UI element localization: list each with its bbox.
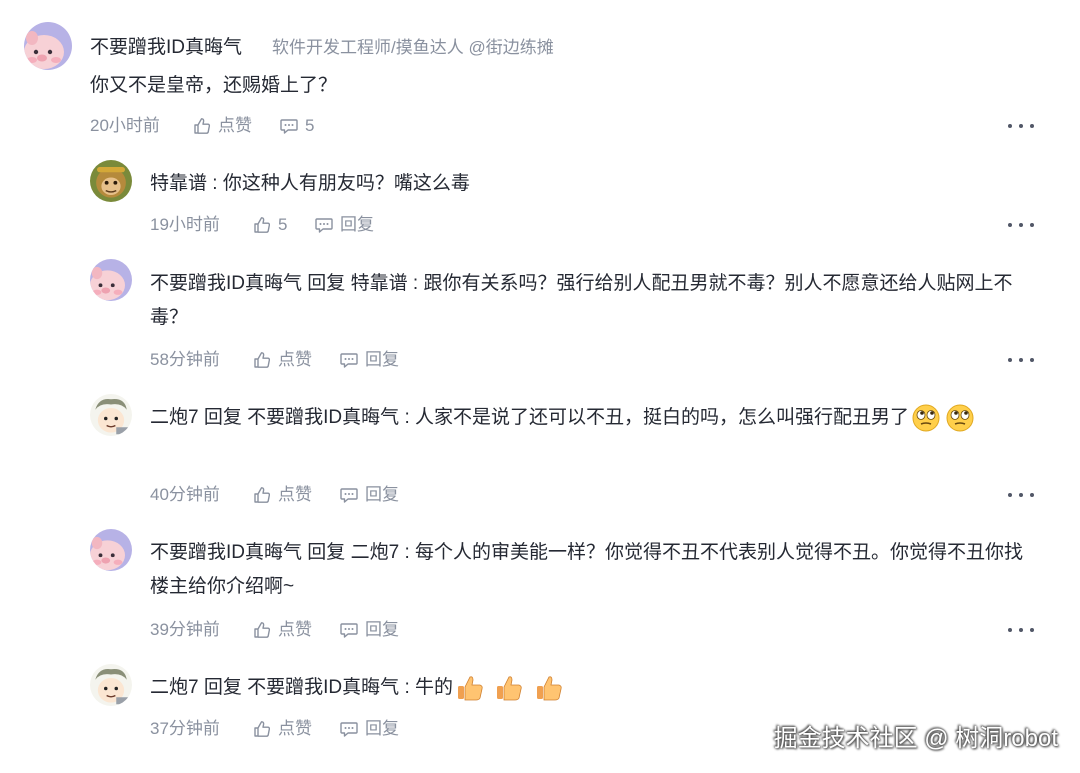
- reply-button[interactable]: 回复: [339, 348, 399, 372]
- reply-word: 回复: [307, 273, 346, 294]
- thumbs-up-icon: [252, 485, 272, 505]
- cartoon-avatar[interactable]: [90, 664, 132, 706]
- reply-word: 回复: [203, 407, 242, 428]
- more-options-button[interactable]: [1008, 483, 1034, 507]
- reply-to-user[interactable]: 不要蹭我ID真晦气: [247, 407, 399, 428]
- reply-label: 回复: [365, 485, 399, 504]
- like-label: 点赞: [278, 350, 312, 369]
- reply-button[interactable]: 回复: [339, 717, 399, 741]
- reply-author[interactable]: 二炮7: [150, 677, 199, 698]
- reply-label: 回复: [365, 350, 399, 369]
- reply-to-user[interactable]: 不要蹭我ID真晦气: [247, 677, 399, 698]
- comment-icon: [339, 719, 359, 739]
- reply-separator: :: [399, 677, 416, 698]
- thumbs-up-icon: [252, 719, 272, 739]
- reply-count: 5: [305, 116, 315, 135]
- reply-count-button[interactable]: 5: [279, 114, 314, 138]
- comment-icon: [339, 350, 359, 370]
- reply-word: 回复: [307, 542, 346, 563]
- reply-author[interactable]: 特靠谱: [150, 173, 207, 194]
- reply-label: 回复: [365, 719, 399, 738]
- reply-separator: :: [399, 542, 416, 563]
- thumbs-up-icon: [192, 116, 212, 136]
- like-label: 点赞: [278, 620, 312, 639]
- like-button[interactable]: 5: [252, 213, 287, 237]
- like-button[interactable]: 点赞: [252, 717, 312, 741]
- pig-avatar[interactable]: [90, 259, 132, 301]
- like-label: 点赞: [218, 116, 252, 135]
- reply-text: 人家不是说了还可以不丑，挺白的吗，怎么叫强行配丑男了: [415, 407, 910, 428]
- comment-icon: [339, 620, 359, 640]
- comment-icon: [314, 215, 334, 235]
- like-button[interactable]: 点赞: [252, 483, 312, 507]
- like-button[interactable]: 点赞: [192, 114, 252, 138]
- reply-to-user[interactable]: 特靠谱: [351, 273, 408, 294]
- reply-time: 19小时前: [150, 215, 220, 234]
- reply-button[interactable]: 回复: [314, 213, 374, 237]
- reply-separator: :: [399, 407, 416, 428]
- reply-separator: :: [407, 273, 424, 294]
- thumbs-up-emoji: [534, 673, 564, 703]
- pig-avatar[interactable]: [24, 22, 72, 70]
- more-options-button[interactable]: [1008, 114, 1034, 138]
- watermark: 掘金技术社区 @ 树洞robot: [773, 725, 1058, 752]
- reply-time: 40分钟前: [150, 485, 220, 504]
- reply-author[interactable]: 二炮7: [150, 407, 199, 428]
- reply-button[interactable]: 回复: [339, 618, 399, 642]
- thumbs-up-icon: [252, 620, 272, 640]
- reply-label: 回复: [365, 620, 399, 639]
- reply-content: 二炮7 回复 不要蹭我ID真晦气 : 人家不是说了还可以不丑，挺白的吗，怎么叫强…: [150, 401, 1030, 435]
- eye-roll-emoji: [911, 403, 941, 433]
- reply-label: 回复: [340, 215, 374, 234]
- comment-author-title: 软件开发工程师/摸鱼达人 @街边练摊: [272, 38, 554, 57]
- more-options-button[interactable]: [1008, 618, 1034, 642]
- thumbs-up-icon: [252, 350, 272, 370]
- reply-word: 回复: [203, 677, 242, 698]
- reply-content: 不要蹭我ID真晦气 回复 特靠谱 : 跟你有关系吗？强行给别人配丑男就不毒？别人…: [150, 267, 1045, 335]
- comment-text: 你又不是皇帝，还赐婚上了？: [90, 75, 338, 96]
- cartoon-avatar[interactable]: [90, 394, 132, 436]
- reply-text: 你这种人有朋友吗？嘴这么毒: [222, 173, 470, 194]
- like-count: 5: [278, 215, 288, 234]
- more-options-button[interactable]: [1008, 348, 1034, 372]
- comment-author[interactable]: 不要蹭我ID真晦气: [90, 32, 242, 59]
- reply-separator: :: [207, 173, 223, 194]
- pig-avatar[interactable]: [90, 529, 132, 571]
- like-button[interactable]: 点赞: [252, 348, 312, 372]
- reply-time: 58分钟前: [150, 350, 220, 369]
- reply-content: 特靠谱 : 你这种人有朋友吗？嘴这么毒: [150, 167, 1050, 201]
- reply-content: 二炮7 回复 不要蹭我ID真晦气 : 牛的: [150, 671, 1050, 705]
- reply-author[interactable]: 不要蹭我ID真晦气: [150, 542, 302, 563]
- comment-icon: [339, 485, 359, 505]
- reply-author[interactable]: 不要蹭我ID真晦气: [150, 273, 302, 294]
- reply-to-user[interactable]: 二炮7: [351, 542, 400, 563]
- eye-roll-emoji: [945, 403, 975, 433]
- comment-icon: [279, 116, 299, 136]
- like-button[interactable]: 点赞: [252, 618, 312, 642]
- reply-content: 不要蹭我ID真晦气 回复 二炮7 : 每个人的审美能一样？你觉得不丑不代表别人觉…: [150, 536, 1040, 604]
- monkey-avatar[interactable]: [90, 160, 132, 202]
- thumbs-up-emoji: [494, 673, 524, 703]
- like-label: 点赞: [278, 719, 312, 738]
- thumbs-up-emoji: [455, 673, 485, 703]
- like-label: 点赞: [278, 485, 312, 504]
- reply-button[interactable]: 回复: [339, 483, 399, 507]
- reply-time: 39分钟前: [150, 620, 220, 639]
- thumbs-up-icon: [252, 215, 272, 235]
- reply-time: 37分钟前: [150, 719, 220, 738]
- comment-time: 20小时前: [90, 116, 160, 135]
- more-options-button[interactable]: [1008, 213, 1034, 237]
- reply-text: 牛的: [415, 677, 454, 698]
